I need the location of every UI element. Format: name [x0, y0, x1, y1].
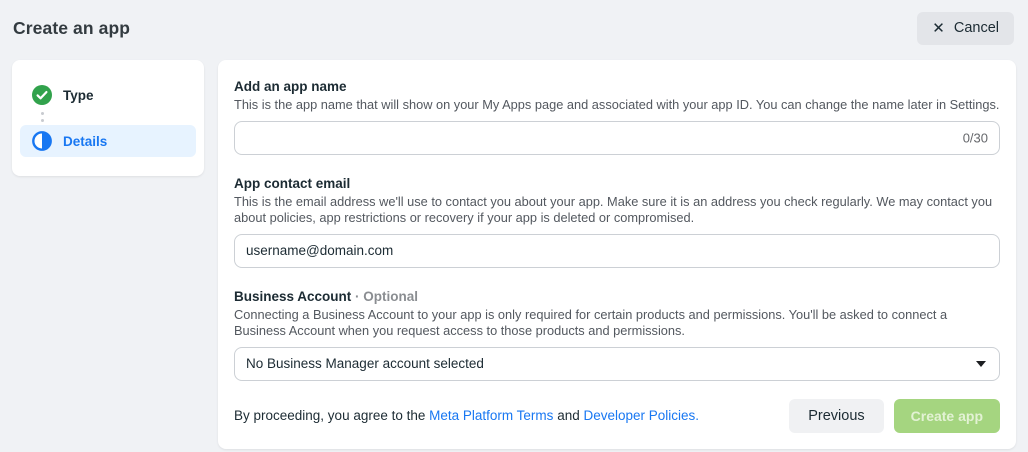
agreement-prefix: By proceeding, you agree to the: [234, 408, 429, 423]
step-type-label: Type: [63, 88, 94, 103]
page-title: Create an app: [13, 18, 130, 39]
app-name-label: Add an app name: [234, 79, 1000, 94]
cancel-button-label: Cancel: [954, 20, 999, 36]
step-details-label: Details: [63, 134, 107, 149]
app-name-input-wrap: 0/30: [234, 121, 1000, 155]
cancel-button[interactable]: ✕ Cancel: [917, 12, 1014, 45]
agreement-text: By proceeding, you agree to the Meta Pla…: [234, 408, 699, 423]
business-account-label: Business Account · Optional: [234, 289, 1000, 304]
content-area: Type Details Add an app name This is the…: [0, 56, 1028, 449]
business-account-label-text: Business Account: [234, 289, 351, 304]
optional-tag: · Optional: [355, 289, 418, 304]
business-account-description: Connecting a Business Account to your ap…: [234, 307, 1000, 339]
step-type[interactable]: Type: [20, 81, 196, 109]
meta-platform-terms-link[interactable]: Meta Platform Terms: [429, 408, 553, 423]
check-circle-icon: [32, 85, 52, 105]
business-account-select[interactable]: No Business Manager account selected: [234, 347, 1000, 381]
stepper-sidebar: Type Details: [12, 60, 204, 176]
business-account-section: Business Account · Optional Connecting a…: [234, 289, 1000, 381]
step-connector: [32, 112, 52, 122]
create-app-button[interactable]: Create app: [894, 399, 1000, 433]
developer-policies-link[interactable]: Developer Policies.: [583, 408, 699, 423]
business-account-selected-value: No Business Manager account selected: [246, 356, 484, 371]
create-app-page: Create an app ✕ Cancel Type: [0, 0, 1028, 449]
contact-email-input-wrap: [234, 234, 1000, 268]
contact-email-section: App contact email This is the email addr…: [234, 176, 1000, 268]
contact-email-description: This is the email address we'll use to c…: [234, 194, 1000, 226]
app-details-form: Add an app name This is the app name tha…: [218, 60, 1016, 449]
contact-email-input[interactable]: [234, 234, 1000, 268]
close-icon: ✕: [932, 21, 945, 36]
app-name-section: Add an app name This is the app name tha…: [234, 79, 1000, 155]
app-name-input[interactable]: [234, 121, 1000, 155]
top-bar: Create an app ✕ Cancel: [0, 0, 1028, 56]
previous-button[interactable]: Previous: [789, 399, 883, 433]
app-name-description: This is the app name that will show on y…: [234, 97, 1000, 113]
chevron-down-icon: [976, 361, 986, 367]
action-buttons: Previous Create app: [789, 399, 1000, 433]
contact-email-label: App contact email: [234, 176, 1000, 191]
form-footer: By proceeding, you agree to the Meta Pla…: [234, 399, 1000, 433]
step-details[interactable]: Details: [20, 125, 196, 157]
half-filled-circle-icon: [32, 131, 52, 151]
agreement-middle: and: [553, 408, 583, 423]
